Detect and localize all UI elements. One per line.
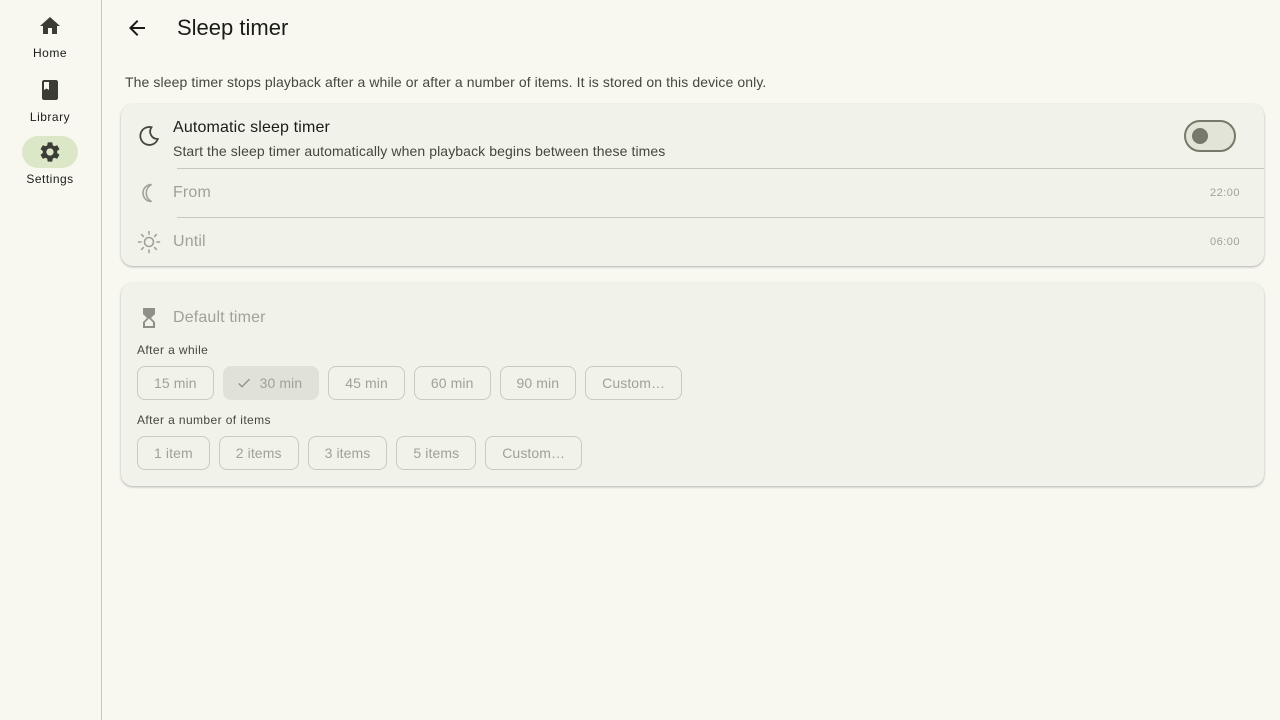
arrow-back-icon bbox=[129, 20, 145, 36]
nav-item-settings[interactable]: Settings bbox=[0, 136, 100, 196]
until-time-value[interactable]: 06:00 bbox=[1210, 236, 1240, 248]
after-items-label: After a number of items bbox=[137, 413, 271, 427]
nav-label-home: Home bbox=[32, 46, 67, 60]
default-timer-card: Default timer After a while 15 min 30 mi… bbox=[121, 283, 1264, 486]
nav-label-library: Library bbox=[29, 110, 71, 124]
home-icon bbox=[22, 10, 78, 42]
gear-icon bbox=[22, 136, 78, 168]
items-chip-3[interactable]: 3 items bbox=[307, 436, 388, 470]
page-description: The sleep timer stops playback after a w… bbox=[125, 74, 767, 90]
duration-chip-group: 15 min 30 min 45 min 60 min 90 min Custo… bbox=[137, 366, 683, 400]
duration-chip-45[interactable]: 45 min bbox=[328, 366, 405, 400]
until-label[interactable]: Until bbox=[173, 233, 206, 251]
sun-icon bbox=[137, 230, 161, 254]
duration-chip-90[interactable]: 90 min bbox=[499, 366, 577, 400]
automatic-timer-title: Automatic sleep timer bbox=[173, 119, 330, 136]
after-while-label: After a while bbox=[137, 343, 209, 357]
automatic-timer-subtitle: Start the sleep timer automatically when… bbox=[173, 143, 666, 159]
from-time-value[interactable]: 22:00 bbox=[1210, 187, 1240, 199]
navigation-rail: Home Library Settings bbox=[0, 0, 102, 720]
default-timer-title: Default timer bbox=[173, 309, 266, 326]
nav-item-library[interactable]: Library bbox=[0, 74, 100, 134]
duration-chip-15[interactable]: 15 min bbox=[137, 366, 214, 400]
duration-chip-60[interactable]: 60 min bbox=[413, 366, 491, 400]
nav-item-home[interactable]: Home bbox=[0, 10, 100, 70]
automatic-timer-switch[interactable] bbox=[1184, 120, 1236, 152]
items-chip-1[interactable]: 1 item bbox=[137, 436, 210, 470]
hourglass-icon bbox=[137, 306, 161, 330]
duration-chip-custom[interactable]: Custom… bbox=[585, 366, 683, 400]
items-chip-5[interactable]: 5 items bbox=[396, 436, 477, 470]
page-title: Sleep timer bbox=[177, 15, 289, 40]
check-icon bbox=[236, 375, 252, 391]
duration-chip-30[interactable]: 30 min bbox=[222, 366, 320, 400]
item-count-chip-group: 1 item 2 items 3 items 5 items Custom… bbox=[137, 436, 583, 470]
moon-outline-icon bbox=[137, 181, 161, 205]
nav-label-settings: Settings bbox=[26, 172, 74, 186]
divider bbox=[177, 168, 1264, 169]
book-icon bbox=[22, 74, 78, 106]
moon-icon bbox=[137, 124, 161, 148]
items-chip-2[interactable]: 2 items bbox=[218, 436, 299, 470]
switch-thumb bbox=[1192, 128, 1208, 144]
from-label[interactable]: From bbox=[173, 184, 211, 202]
back-button[interactable] bbox=[117, 8, 157, 48]
top-app-bar: Sleep timer bbox=[103, 0, 1280, 56]
automatic-timer-card: Automatic sleep timer Start the sleep ti… bbox=[121, 104, 1264, 266]
divider bbox=[177, 217, 1264, 218]
items-chip-custom[interactable]: Custom… bbox=[485, 436, 583, 470]
